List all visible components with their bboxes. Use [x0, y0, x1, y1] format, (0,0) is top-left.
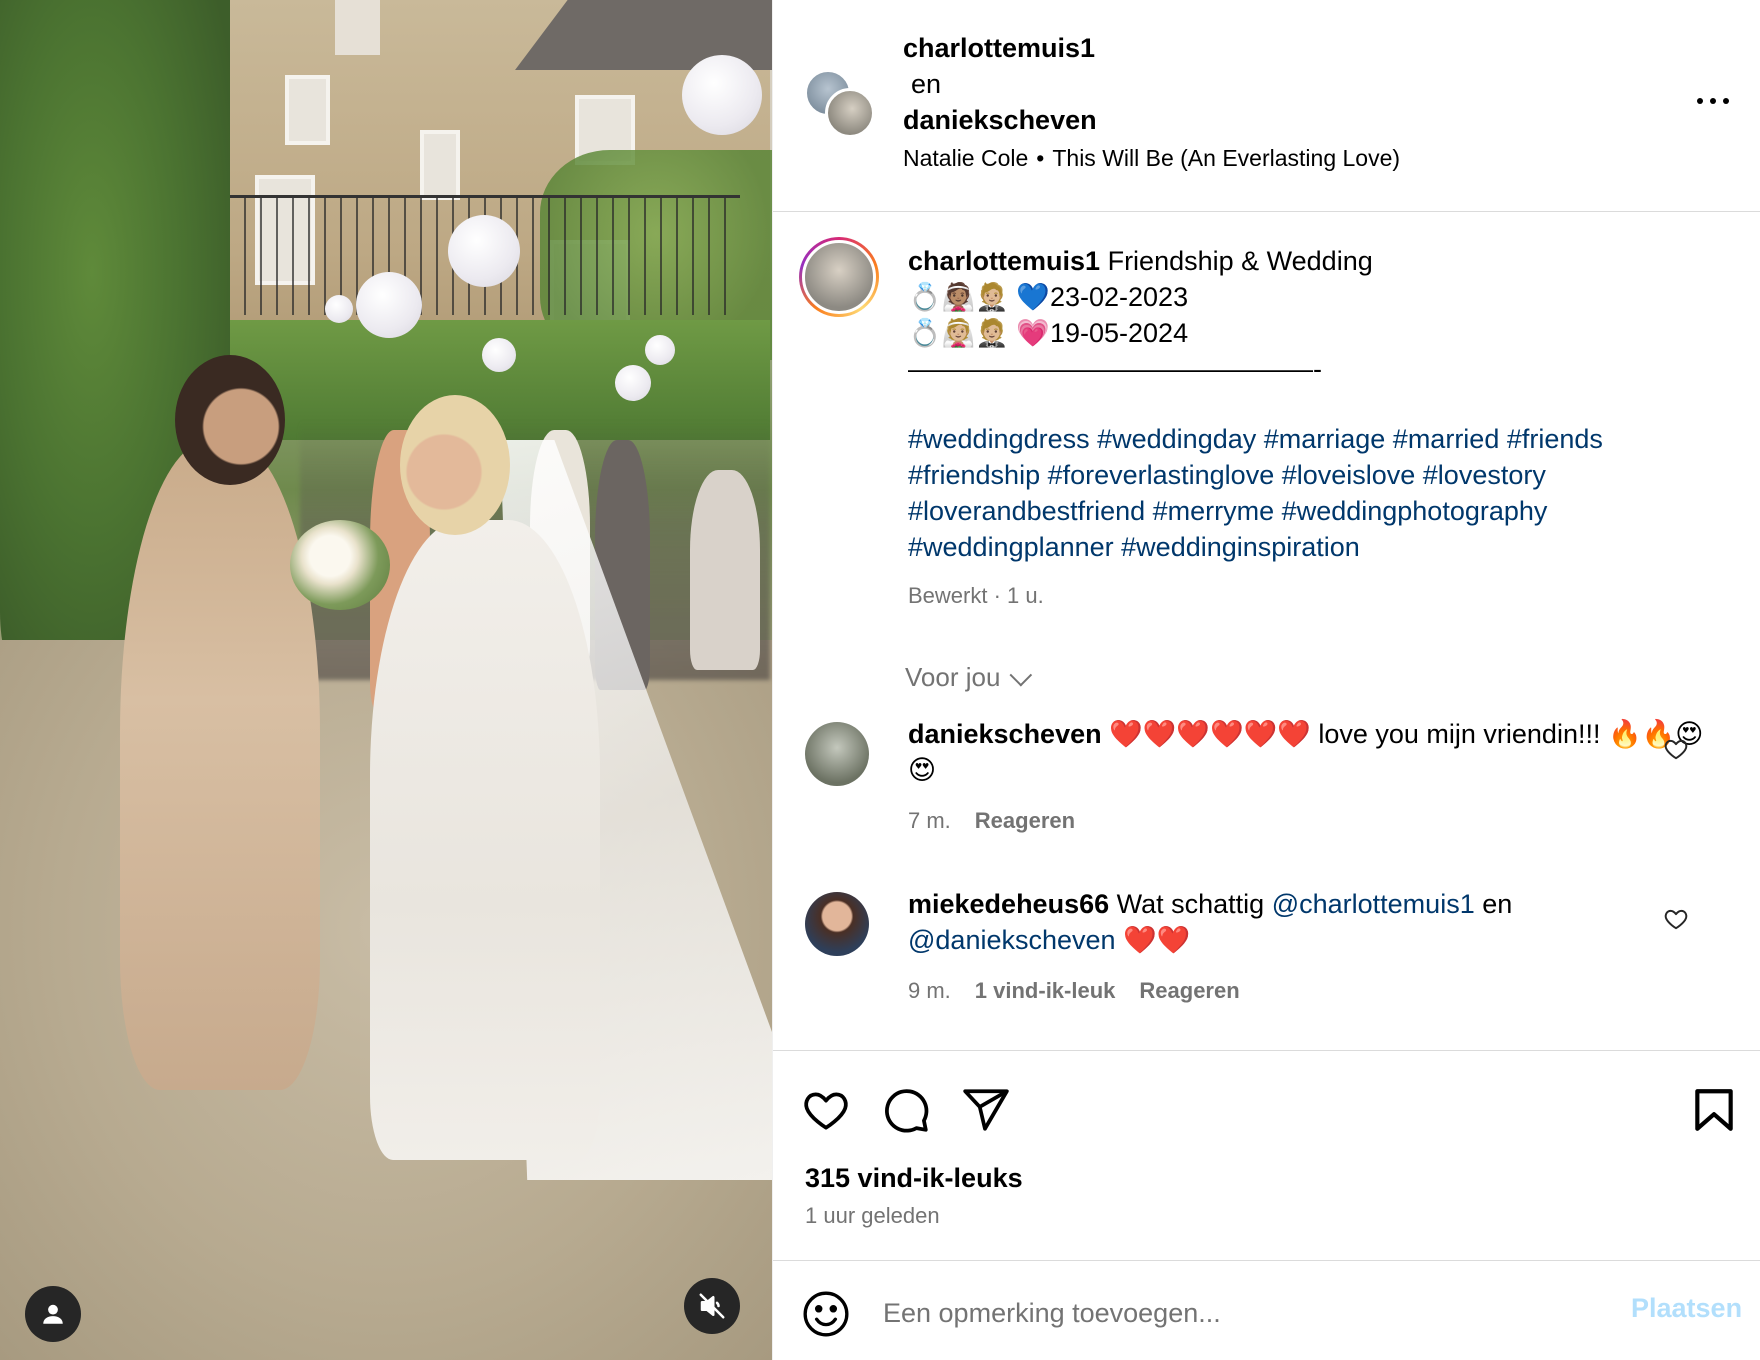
more-horizontal-icon: [1697, 98, 1703, 104]
comment-text: daniekscheven ❤️❤️❤️❤️❤️❤️ love you mijn…: [908, 716, 1708, 788]
caption-username-link[interactable]: charlottemuis1: [908, 246, 1100, 276]
comment-body: en: [1482, 889, 1513, 919]
post-header: charlottemuis1 en daniekscheven Natalie …: [773, 0, 1760, 212]
user-icon: [43, 1304, 63, 1324]
caption-text: charlottemuis1 Friendship & Wedding 💍👰🏽🤵…: [908, 243, 1728, 565]
chevron-down-icon: [1009, 663, 1033, 686]
heart-icon[interactable]: [1663, 906, 1689, 932]
smiley-icon[interactable]: [801, 1289, 851, 1339]
avatar: [802, 240, 876, 314]
comment-body: ❤️❤️: [1123, 925, 1191, 955]
comment-time: 9 m.: [908, 978, 951, 1003]
comment-item: miekedeheus66 Wat schattig @charlottemui…: [773, 886, 1760, 1036]
avatar[interactable]: [825, 88, 875, 138]
caption-line-1: 💍👰🏽🤵🏼 💙23-02-2023: [908, 282, 1189, 312]
comment-meta: 9 m. 1 vind-ik-leuk Reageren: [908, 978, 1240, 1004]
collab-names: charlottemuis1 en daniekscheven: [903, 30, 1097, 138]
comment-item: daniekscheven ❤️❤️❤️❤️❤️❤️ love you mijn…: [773, 716, 1760, 866]
reply-button[interactable]: Reageren: [1139, 978, 1239, 1004]
comment-meta: 7 m. Reageren: [908, 808, 1075, 834]
caption-hashtags: #weddingdress #weddingday #marriage #mar…: [908, 421, 1728, 565]
more-options-button[interactable]: [1693, 86, 1733, 116]
comment-likes-link[interactable]: 1 vind-ik-leuk: [975, 978, 1116, 1004]
song-separator: •: [1036, 145, 1045, 171]
reply-button[interactable]: Reageren: [975, 808, 1075, 834]
comments-filter-dropdown[interactable]: Voor jou: [905, 662, 1033, 693]
comment-icon[interactable]: [881, 1085, 931, 1135]
collab-avatars[interactable]: [805, 70, 875, 140]
tagged-users-button[interactable]: [25, 1286, 81, 1342]
post-actions: 315 vind-ik-leuks 1 uur geleden: [773, 1050, 1760, 1260]
collab-connector: en: [911, 69, 942, 99]
caption-divider: ———————————————-: [908, 354, 1322, 384]
hashtag-line[interactable]: #friendship #foreverlastinglove #loveisl…: [908, 457, 1728, 493]
post-details-panel: charlottemuis1 en daniekscheven Natalie …: [772, 0, 1760, 1360]
post-comment-button[interactable]: Plaatsen: [1631, 1293, 1742, 1324]
comment-text: miekedeheus66 Wat schattig @charlottemui…: [908, 886, 1708, 958]
mention-link[interactable]: @charlottemuis1: [1272, 889, 1475, 919]
comment-username-link[interactable]: daniekscheven: [908, 719, 1102, 749]
song-title: This Will Be (An Everlasting Love): [1052, 145, 1401, 171]
song-artist: Natalie Cole: [903, 145, 1029, 171]
likes-count-link[interactable]: 315 vind-ik-leuks: [805, 1163, 1023, 1194]
heart-icon[interactable]: [801, 1085, 851, 1135]
avatar[interactable]: [805, 892, 869, 956]
comments-filter-label: Voor jou: [905, 662, 1001, 692]
mention-link[interactable]: @daniekscheven: [908, 925, 1116, 955]
mute-toggle-button[interactable]: [684, 1278, 740, 1334]
caption-line-2: 💍👰🏼🤵🏼 💗19-05-2024: [908, 318, 1189, 348]
heart-icon[interactable]: [1663, 736, 1689, 762]
speaker-muted-icon: [699, 1293, 725, 1319]
comment-body: Wat schattig: [1116, 889, 1265, 919]
add-comment-bar: Plaatsen: [773, 1260, 1760, 1360]
instagram-post-modal: charlottemuis1 en daniekscheven Natalie …: [0, 0, 1760, 1360]
paper-plane-icon[interactable]: [961, 1085, 1011, 1135]
author-username-link[interactable]: charlottemuis1: [903, 30, 1097, 66]
post-video[interactable]: [0, 0, 772, 1360]
hashtag-line[interactable]: #weddingplanner #weddinginspiration: [908, 529, 1728, 565]
comment-time: 7 m.: [908, 808, 951, 833]
collaborator-username-link[interactable]: daniekscheven: [903, 102, 1097, 138]
comment-input[interactable]: [883, 1291, 1603, 1335]
avatar[interactable]: [805, 722, 869, 786]
caption-avatar-story-ring[interactable]: [799, 237, 879, 317]
comment-username-link[interactable]: miekedeheus66: [908, 889, 1109, 919]
bookmark-icon[interactable]: [1689, 1085, 1739, 1135]
hashtag-line[interactable]: #loverandbestfriend #merryme #weddingpho…: [908, 493, 1728, 529]
hashtag-line[interactable]: #weddingdress #weddingday #marriage #mar…: [908, 421, 1728, 457]
post-timestamp[interactable]: 1 uur geleden: [805, 1203, 940, 1229]
audio-track-link[interactable]: Natalie Cole • This Will Be (An Everlastin…: [903, 145, 1400, 172]
caption-title: Friendship & Wedding: [1107, 246, 1373, 276]
caption-meta: Bewerkt · 1 u.: [908, 583, 1044, 608]
